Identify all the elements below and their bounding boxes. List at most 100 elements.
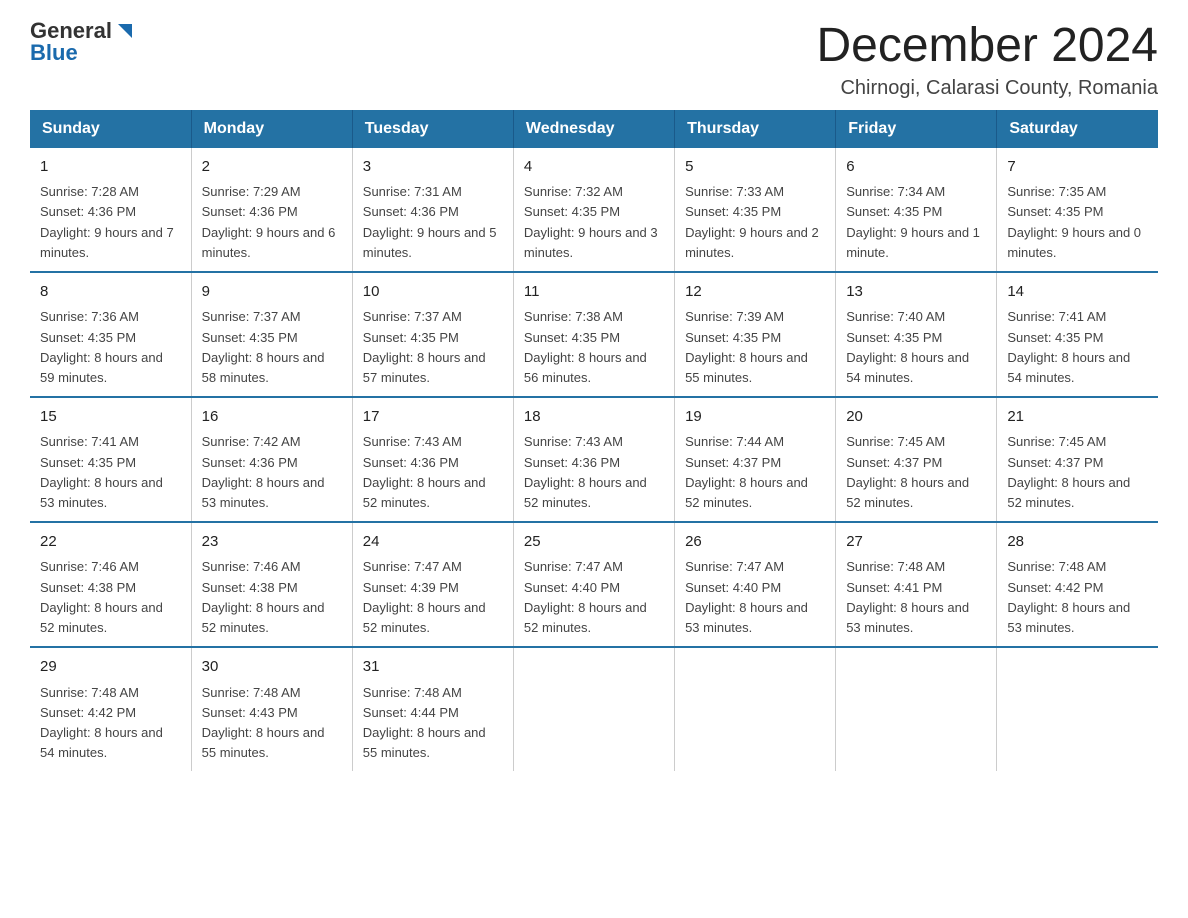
day-number: 16 [202,406,342,429]
day-number: 15 [40,406,181,429]
calendar-cell: 26Sunrise: 7:47 AMSunset: 4:40 PMDayligh… [675,522,836,647]
calendar-cell: 9Sunrise: 7:37 AMSunset: 4:35 PMDaylight… [191,272,352,397]
calendar-header-row: SundayMondayTuesdayWednesdayThursdayFrid… [30,110,1158,148]
day-number: 3 [363,156,503,179]
day-number: 28 [1007,531,1148,554]
calendar-cell: 25Sunrise: 7:47 AMSunset: 4:40 PMDayligh… [513,522,674,647]
day-number: 31 [363,656,503,679]
calendar-cell: 29 Sunrise: 7:48 AMSunset: 4:42 PMDayligh… [30,647,191,771]
day-detail: Sunrise: 7:40 AMSunset: 4:35 PMDaylight:… [846,309,969,384]
day-number: 11 [524,281,664,304]
day-number: 22 [40,531,181,554]
calendar-cell: 13 Sunrise: 7:40 AMSunset: 4:35 PMDayligh… [836,272,997,397]
calendar-cell: 1 Sunrise: 7:28 AMSunset: 4:36 PMDaylight… [30,148,191,272]
calendar-cell [675,647,836,771]
day-number: 19 [685,406,825,429]
weekday-header-thursday: Thursday [675,110,836,148]
day-number: 24 [363,531,503,554]
day-detail: Sunrise: 7:48 AMSunset: 4:44 PMDaylight:… [363,685,486,760]
page-header: General Blue December 2024 Chirnogi, Cal… [30,20,1158,100]
day-number: 14 [1007,281,1148,304]
day-detail: Sunrise: 7:48 AMSunset: 4:41 PMDaylight:… [846,559,969,634]
day-detail: Sunrise: 7:47 AMSunset: 4:39 PMDaylight:… [363,559,486,634]
weekday-header-saturday: Saturday [997,110,1158,148]
day-detail: Sunrise: 7:48 AMSunset: 4:43 PMDaylight:… [202,685,325,760]
day-number: 2 [202,156,342,179]
weekday-header-monday: Monday [191,110,352,148]
day-number: 26 [685,531,825,554]
day-number: 18 [524,406,664,429]
day-detail: Sunrise: 7:48 AMSunset: 4:42 PMDaylight:… [40,685,163,760]
calendar-cell: 20 Sunrise: 7:45 AMSunset: 4:37 PMDayligh… [836,397,997,522]
day-number: 13 [846,281,986,304]
calendar-cell: 5Sunrise: 7:33 AMSunset: 4:35 PMDaylight… [675,148,836,272]
day-detail: Sunrise: 7:43 AMSunset: 4:36 PMDaylight:… [524,434,647,509]
calendar-cell [513,647,674,771]
weekday-header-sunday: Sunday [30,110,191,148]
calendar-cell [997,647,1158,771]
day-detail: Sunrise: 7:46 AMSunset: 4:38 PMDaylight:… [40,559,163,634]
day-detail: Sunrise: 7:41 AMSunset: 4:35 PMDaylight:… [40,434,163,509]
logo-triangle-icon [114,20,136,42]
day-detail: Sunrise: 7:45 AMSunset: 4:37 PMDaylight:… [846,434,969,509]
calendar-cell: 2 Sunrise: 7:29 AMSunset: 4:36 PMDaylight… [191,148,352,272]
day-number: 6 [846,156,986,179]
day-detail: Sunrise: 7:34 AMSunset: 4:35 PMDaylight:… [846,184,980,259]
calendar-cell: 22 Sunrise: 7:46 AMSunset: 4:38 PMDayligh… [30,522,191,647]
weekday-header-tuesday: Tuesday [352,110,513,148]
calendar-cell: 11Sunrise: 7:38 AMSunset: 4:35 PMDayligh… [513,272,674,397]
calendar-cell: 24 Sunrise: 7:47 AMSunset: 4:39 PMDayligh… [352,522,513,647]
calendar-cell [836,647,997,771]
day-detail: Sunrise: 7:35 AMSunset: 4:35 PMDaylight:… [1007,184,1141,259]
day-number: 29 [40,656,181,679]
calendar-title: December 2024 [816,20,1158,73]
day-detail: Sunrise: 7:48 AMSunset: 4:42 PMDaylight:… [1007,559,1130,634]
day-number: 23 [202,531,342,554]
day-detail: Sunrise: 7:42 AMSunset: 4:36 PMDaylight:… [202,434,325,509]
day-detail: Sunrise: 7:29 AMSunset: 4:36 PMDaylight:… [202,184,336,259]
calendar-week-row: 15 Sunrise: 7:41 AMSunset: 4:35 PMDayligh… [30,397,1158,522]
day-detail: Sunrise: 7:46 AMSunset: 4:38 PMDaylight:… [202,559,325,634]
day-number: 20 [846,406,986,429]
day-detail: Sunrise: 7:47 AMSunset: 4:40 PMDaylight:… [524,559,647,634]
calendar-cell: 12Sunrise: 7:39 AMSunset: 4:35 PMDayligh… [675,272,836,397]
logo-general: General [30,20,112,42]
day-detail: Sunrise: 7:28 AMSunset: 4:36 PMDaylight:… [40,184,174,259]
calendar-cell: 15 Sunrise: 7:41 AMSunset: 4:35 PMDayligh… [30,397,191,522]
logo: General Blue [30,20,136,65]
day-detail: Sunrise: 7:36 AMSunset: 4:35 PMDaylight:… [40,309,163,384]
calendar-cell: 19Sunrise: 7:44 AMSunset: 4:37 PMDayligh… [675,397,836,522]
calendar-cell: 21Sunrise: 7:45 AMSunset: 4:37 PMDayligh… [997,397,1158,522]
calendar-cell: 4Sunrise: 7:32 AMSunset: 4:35 PMDaylight… [513,148,674,272]
day-detail: Sunrise: 7:37 AMSunset: 4:35 PMDaylight:… [363,309,486,384]
calendar-cell: 18 Sunrise: 7:43 AMSunset: 4:36 PMDayligh… [513,397,674,522]
weekday-header-wednesday: Wednesday [513,110,674,148]
calendar-cell: 30Sunrise: 7:48 AMSunset: 4:43 PMDayligh… [191,647,352,771]
weekday-header-friday: Friday [836,110,997,148]
calendar-body: 1 Sunrise: 7:28 AMSunset: 4:36 PMDaylight… [30,148,1158,771]
day-number: 17 [363,406,503,429]
day-number: 8 [40,281,181,304]
day-number: 1 [40,156,181,179]
calendar-cell: 6 Sunrise: 7:34 AMSunset: 4:35 PMDaylight… [836,148,997,272]
day-number: 10 [363,281,503,304]
calendar-cell: 3 Sunrise: 7:31 AMSunset: 4:36 PMDaylight… [352,148,513,272]
day-number: 4 [524,156,664,179]
calendar-week-row: 8 Sunrise: 7:36 AMSunset: 4:35 PMDaylight… [30,272,1158,397]
calendar-week-row: 22 Sunrise: 7:46 AMSunset: 4:38 PMDayligh… [30,522,1158,647]
calendar-cell: 16 Sunrise: 7:42 AMSunset: 4:36 PMDayligh… [191,397,352,522]
day-number: 27 [846,531,986,554]
calendar-cell: 8 Sunrise: 7:36 AMSunset: 4:35 PMDaylight… [30,272,191,397]
calendar-cell: 10 Sunrise: 7:37 AMSunset: 4:35 PMDayligh… [352,272,513,397]
day-detail: Sunrise: 7:41 AMSunset: 4:35 PMDaylight:… [1007,309,1130,384]
day-detail: Sunrise: 7:31 AMSunset: 4:36 PMDaylight:… [363,184,497,259]
day-detail: Sunrise: 7:33 AMSunset: 4:35 PMDaylight:… [685,184,819,259]
day-detail: Sunrise: 7:39 AMSunset: 4:35 PMDaylight:… [685,309,808,384]
calendar-cell: 28 Sunrise: 7:48 AMSunset: 4:42 PMDayligh… [997,522,1158,647]
day-detail: Sunrise: 7:37 AMSunset: 4:35 PMDaylight:… [202,309,325,384]
day-detail: Sunrise: 7:43 AMSunset: 4:36 PMDaylight:… [363,434,486,509]
calendar-subtitle: Chirnogi, Calarasi County, Romania [816,77,1158,100]
calendar-cell: 14 Sunrise: 7:41 AMSunset: 4:35 PMDayligh… [997,272,1158,397]
logo-blue: Blue [30,40,78,65]
day-number: 21 [1007,406,1148,429]
